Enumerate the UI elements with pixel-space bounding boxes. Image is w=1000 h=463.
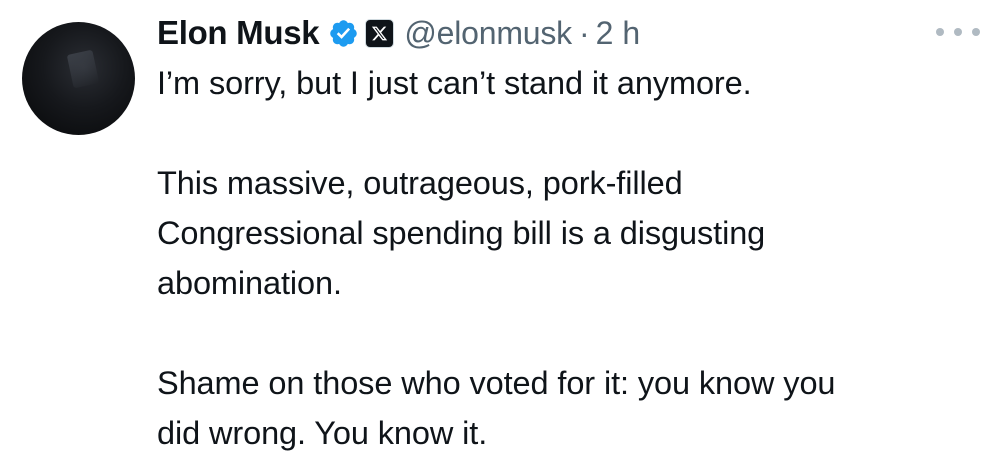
avatar-image bbox=[66, 49, 100, 89]
more-options-icon[interactable] bbox=[936, 22, 980, 42]
more-dot bbox=[972, 28, 980, 36]
x-logo-icon bbox=[365, 18, 395, 48]
tweet-header: Elon Musk @elonmusk · 2 h bbox=[157, 8, 640, 58]
tweet-card[interactable]: Elon Musk @elonmusk · 2 h I’m sorry, but… bbox=[0, 0, 1000, 463]
verified-badge-icon[interactable] bbox=[328, 18, 359, 49]
author-handle[interactable]: @elonmusk bbox=[404, 15, 572, 52]
tweet-paragraph: I’m sorry, but I just can’t stand it any… bbox=[157, 65, 752, 101]
tweet-paragraph: Shame on those who voted for it: you kno… bbox=[157, 365, 836, 451]
separator-dot: · bbox=[578, 14, 590, 51]
tweet-paragraph: This massive, outrageous, pork-filled Co… bbox=[157, 165, 766, 301]
author-name[interactable]: Elon Musk bbox=[157, 14, 320, 52]
more-dot bbox=[954, 28, 962, 36]
tweet-text: I’m sorry, but I just can’t stand it any… bbox=[157, 58, 987, 458]
more-dot bbox=[936, 28, 944, 36]
timestamp[interactable]: 2 h bbox=[596, 15, 640, 52]
avatar[interactable] bbox=[22, 22, 135, 135]
